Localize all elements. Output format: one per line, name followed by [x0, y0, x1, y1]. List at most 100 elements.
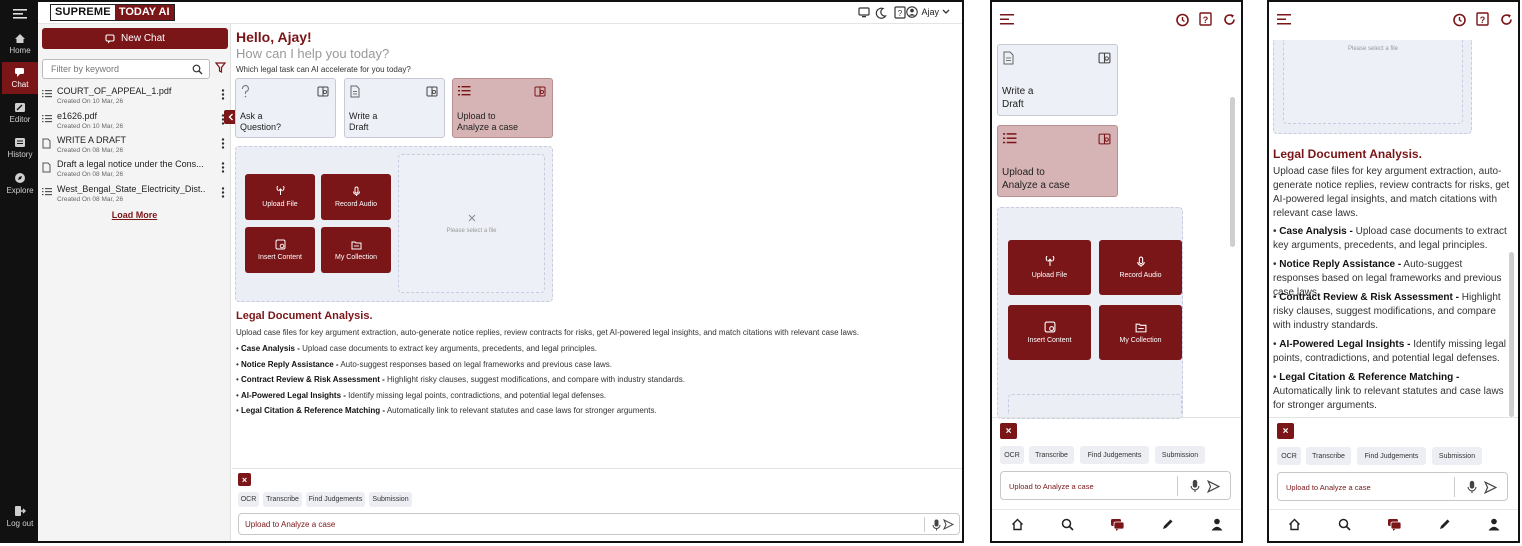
chat-input[interactable]: Upload to Analyze a case [1000, 471, 1231, 500]
chip-transcribe[interactable]: Transcribe [263, 492, 302, 507]
logo-right: TODAY AI [114, 5, 174, 20]
upload-file-button[interactable]: Upload File [1008, 240, 1091, 295]
refresh-icon[interactable] [1500, 13, 1513, 26]
chat-list-item[interactable]: e1626.pdf Created On 10 Mar, 26 [41, 111, 227, 135]
pencil-icon[interactable] [1161, 518, 1174, 531]
book-search-icon [426, 86, 438, 97]
hamburger-menu-icon[interactable] [1277, 14, 1291, 25]
rail-item-chat[interactable]: Chat [2, 62, 38, 94]
bullet-item: • Contract Review & Risk Assessment - Hi… [1273, 292, 1501, 331]
chip-find-judgements[interactable]: Find Judgements [1357, 447, 1426, 465]
home-icon[interactable] [1288, 518, 1301, 531]
load-more-link[interactable]: Load More [38, 210, 231, 220]
new-chat-label: New Chat [121, 33, 165, 44]
chat-list-item[interactable]: COURT_OF_APPEAL_1.pdf Created On 10 Mar,… [41, 86, 227, 110]
new-chat-button[interactable]: New Chat [42, 28, 228, 49]
chip-transcribe[interactable]: Transcribe [1306, 447, 1351, 465]
card-upload-analyze[interactable]: Upload to Analyze a case [452, 78, 553, 138]
tile-label: My Collection [334, 253, 377, 261]
book-search-icon [317, 86, 329, 97]
rail-item-explore[interactable]: Explore [2, 167, 38, 199]
clear-mode-button[interactable]: × [1000, 423, 1017, 439]
clear-mode-button[interactable]: × [238, 473, 251, 486]
hamburger-menu-icon[interactable] [13, 9, 27, 19]
chip-find-judgements[interactable]: Find Judgements [306, 492, 365, 507]
filter-input[interactable]: Filter by keyword [42, 59, 210, 79]
record-audio-button[interactable]: Record Audio [321, 174, 391, 220]
microphone-icon[interactable] [932, 519, 941, 531]
rail-item-history[interactable]: History [2, 132, 38, 164]
card-label: Write a Draft [349, 111, 378, 132]
history-icon[interactable] [1452, 13, 1466, 27]
chat-title: e1626.pdf [57, 111, 98, 121]
pencil-icon[interactable] [1438, 518, 1451, 531]
mobile-bottom-nav [1269, 509, 1518, 541]
list-icon [1003, 133, 1017, 144]
upload-file-button[interactable]: Upload File [245, 174, 315, 220]
logout-label: Log out [6, 518, 34, 528]
search-icon[interactable] [1061, 518, 1074, 531]
card-write-draft[interactable]: Write a Draft [344, 78, 445, 138]
folder-icon [1135, 323, 1146, 332]
clear-mode-button[interactable]: × [1277, 423, 1294, 439]
chat-list-item[interactable]: WRITE A DRAFT Created On 08 Mar, 26 [41, 135, 227, 159]
theme-toggle-icon[interactable] [875, 7, 887, 19]
more-options-icon[interactable] [221, 138, 225, 149]
divider [992, 417, 1241, 418]
record-audio-button[interactable]: Record Audio [1099, 240, 1182, 295]
home-icon[interactable] [1011, 518, 1024, 531]
more-options-icon[interactable] [221, 162, 225, 173]
chip-find-judgements[interactable]: Find Judgements [1080, 446, 1149, 464]
card-write-draft[interactable]: Write a Draft [997, 44, 1118, 116]
send-icon[interactable] [1207, 480, 1220, 493]
my-collection-button[interactable]: My Collection [1099, 305, 1182, 360]
microphone-icon[interactable] [1467, 480, 1477, 494]
help-icon[interactable]: ? [894, 6, 906, 19]
my-collection-button[interactable]: My Collection [321, 227, 391, 273]
chip-submission[interactable]: Submission [369, 492, 412, 507]
microphone-icon[interactable] [1190, 479, 1200, 493]
chip-transcribe[interactable]: Transcribe [1029, 446, 1074, 464]
help-icon[interactable]: ? [1476, 12, 1489, 26]
chat-list-panel: New Chat Filter by keyword COURT_OF_APPE… [38, 24, 231, 541]
profile-icon[interactable] [1488, 518, 1500, 531]
insert-content-button[interactable]: Insert Content [1008, 305, 1091, 360]
more-options-icon[interactable] [221, 187, 225, 198]
hamburger-menu-icon[interactable] [1000, 14, 1014, 25]
chat-icon[interactable] [1110, 518, 1125, 531]
app-logo[interactable]: SUPREME TODAY AI [50, 4, 175, 21]
scrollbar[interactable] [1230, 97, 1235, 247]
chat-list-item[interactable]: West_Bengal_State_Electricity_Dist... Cr… [41, 184, 227, 208]
chat-icon[interactable] [1387, 518, 1402, 531]
refresh-icon[interactable] [1223, 13, 1236, 26]
history-icon[interactable] [1175, 13, 1189, 27]
chip-ocr[interactable]: OCR [238, 492, 259, 507]
file-preview-empty [1008, 394, 1182, 414]
empty-text: Please select a file [1347, 46, 1399, 52]
help-icon[interactable]: ? [1199, 12, 1212, 26]
insert-content-button[interactable]: Insert Content [245, 227, 315, 273]
chat-input[interactable]: Upload to Analyze a case [1277, 472, 1508, 501]
user-menu[interactable]: Ajay [906, 6, 950, 18]
profile-icon[interactable] [1211, 518, 1223, 531]
card-upload-analyze[interactable]: Upload to Analyze a case [997, 125, 1118, 197]
filter-icon[interactable] [215, 62, 226, 73]
rail-item-editor[interactable]: Editor [2, 97, 38, 129]
chat-input[interactable]: Upload to Analyze a case [238, 513, 960, 535]
more-options-icon[interactable] [221, 89, 225, 100]
chip-ocr[interactable]: OCR [1277, 447, 1301, 465]
card-ask-question[interactable]: Ask a Question? [235, 78, 336, 138]
send-icon[interactable] [1484, 481, 1497, 494]
chat-list-item[interactable]: Draft a legal notice under the Cons... C… [41, 159, 227, 183]
monitor-icon[interactable] [858, 7, 870, 18]
search-icon[interactable] [1338, 518, 1351, 531]
rail-item-home[interactable]: Home [2, 28, 38, 60]
logout-button[interactable]: Log out [2, 500, 38, 532]
scrollbar[interactable] [1509, 252, 1514, 417]
rail-label: Editor [9, 115, 31, 124]
send-icon[interactable] [943, 519, 954, 530]
chip-submission[interactable]: Submission [1155, 446, 1205, 464]
chip-submission[interactable]: Submission [1432, 447, 1482, 465]
rail-label: Home [9, 46, 31, 55]
chip-ocr[interactable]: OCR [1000, 446, 1024, 464]
